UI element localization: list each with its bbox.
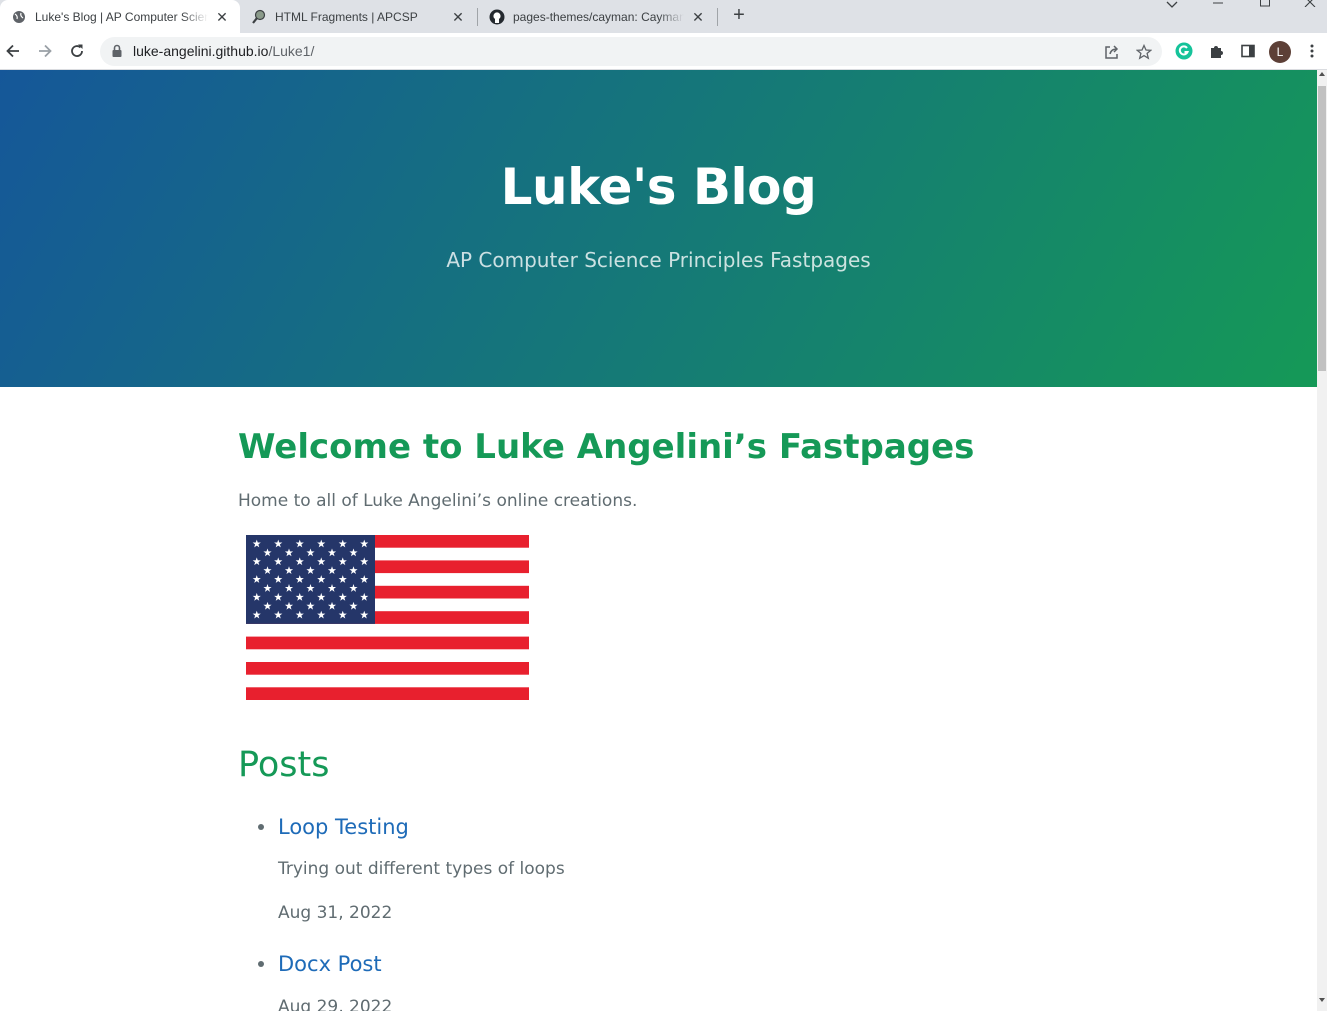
- menu-button[interactable]: [1300, 39, 1324, 63]
- maximize-icon[interactable]: [1259, 0, 1271, 7]
- us-flag-image: [246, 535, 529, 700]
- tab-lukes-blog[interactable]: Luke's Blog | AP Computer Science Princi…: [0, 0, 240, 33]
- back-button[interactable]: [1, 39, 25, 63]
- bookmark-star-icon[interactable]: [1135, 43, 1153, 61]
- url-text: luke-angelini.github.io/Luke1/: [133, 43, 314, 59]
- tab-title: HTML Fragments | APCSP: [275, 9, 418, 24]
- scroll-down-arrow-icon[interactable]: [1319, 998, 1325, 1002]
- chevron-down-icon[interactable]: [1166, 0, 1178, 8]
- tab-cayman[interactable]: pages-themes/cayman: Cayman is a Jekyll …: [478, 0, 716, 33]
- browser-toolbar: luke-angelini.github.io/Luke1/ L: [0, 33, 1327, 70]
- puzzle-icon: [1211, 46, 1223, 58]
- url-path: /Luke1/: [268, 43, 315, 59]
- post-description: Trying out different types of loops: [278, 859, 565, 879]
- reload-icon: [71, 44, 83, 57]
- list-bullet: [258, 824, 264, 830]
- side-panel-icon: [1241, 44, 1255, 58]
- page-viewport: Luke's Blog AP Computer Science Principl…: [0, 70, 1317, 1011]
- arrow-left-icon: [6, 44, 19, 58]
- post-link[interactable]: Docx Post: [278, 952, 382, 976]
- grammarly-icon: [1175, 42, 1193, 60]
- profile-avatar[interactable]: L: [1269, 41, 1291, 63]
- tab-separator: [717, 8, 718, 26]
- address-bar[interactable]: luke-angelini.github.io/Luke1/: [100, 37, 1162, 66]
- close-icon[interactable]: ✕: [690, 9, 706, 25]
- welcome-heading: Welcome to Luke Angelini’s Fastpages: [238, 427, 975, 467]
- extensions-button[interactable]: [1204, 39, 1228, 63]
- page-header: Luke's Blog AP Computer Science Principl…: [0, 70, 1317, 387]
- url-host: luke-angelini.github.io: [133, 43, 269, 59]
- close-icon[interactable]: ✕: [450, 9, 466, 25]
- reload-button[interactable]: [65, 39, 89, 63]
- list-bullet: [258, 961, 264, 967]
- tab-title: Luke's Blog | AP Computer Science Princi…: [35, 9, 208, 24]
- intro-text: Home to all of Luke Angelini’s online cr…: [238, 491, 638, 511]
- globe-icon: [11, 9, 27, 25]
- site-tagline: AP Computer Science Principles Fastpages: [446, 248, 871, 272]
- magnifier-icon: [251, 9, 267, 25]
- post-date: Aug 29, 2022: [278, 997, 393, 1011]
- arrow-right-icon: [39, 44, 52, 58]
- tab-strip: Luke's Blog | AP Computer Science Princi…: [0, 0, 1327, 33]
- site-title[interactable]: Luke's Blog: [0, 158, 1317, 216]
- vertical-scrollbar[interactable]: [1317, 70, 1327, 1011]
- scroll-up-arrow-icon[interactable]: [1319, 72, 1325, 76]
- scroll-thumb[interactable]: [1318, 86, 1326, 371]
- posts-heading: Posts: [238, 745, 330, 785]
- tab-title: pages-themes/cayman: Cayman is a Jekyll …: [513, 9, 684, 24]
- share-icon[interactable]: [1103, 43, 1121, 61]
- post-link[interactable]: Loop Testing: [278, 815, 409, 839]
- tab-html-fragments[interactable]: HTML Fragments | APCSP ✕: [240, 0, 476, 33]
- post-date: Aug 31, 2022: [278, 903, 393, 923]
- kebab-menu-icon: [1310, 44, 1314, 58]
- lock-icon[interactable]: [111, 44, 123, 63]
- close-icon[interactable]: ✕: [214, 9, 230, 25]
- new-tab-button[interactable]: +: [728, 5, 750, 27]
- github-icon: [489, 9, 505, 25]
- grammarly-extension-button[interactable]: [1172, 39, 1196, 63]
- minimize-icon[interactable]: [1212, 0, 1224, 4]
- window-close-icon[interactable]: [1304, 0, 1316, 8]
- forward-button[interactable]: [33, 39, 57, 63]
- side-panel-button[interactable]: [1236, 39, 1260, 63]
